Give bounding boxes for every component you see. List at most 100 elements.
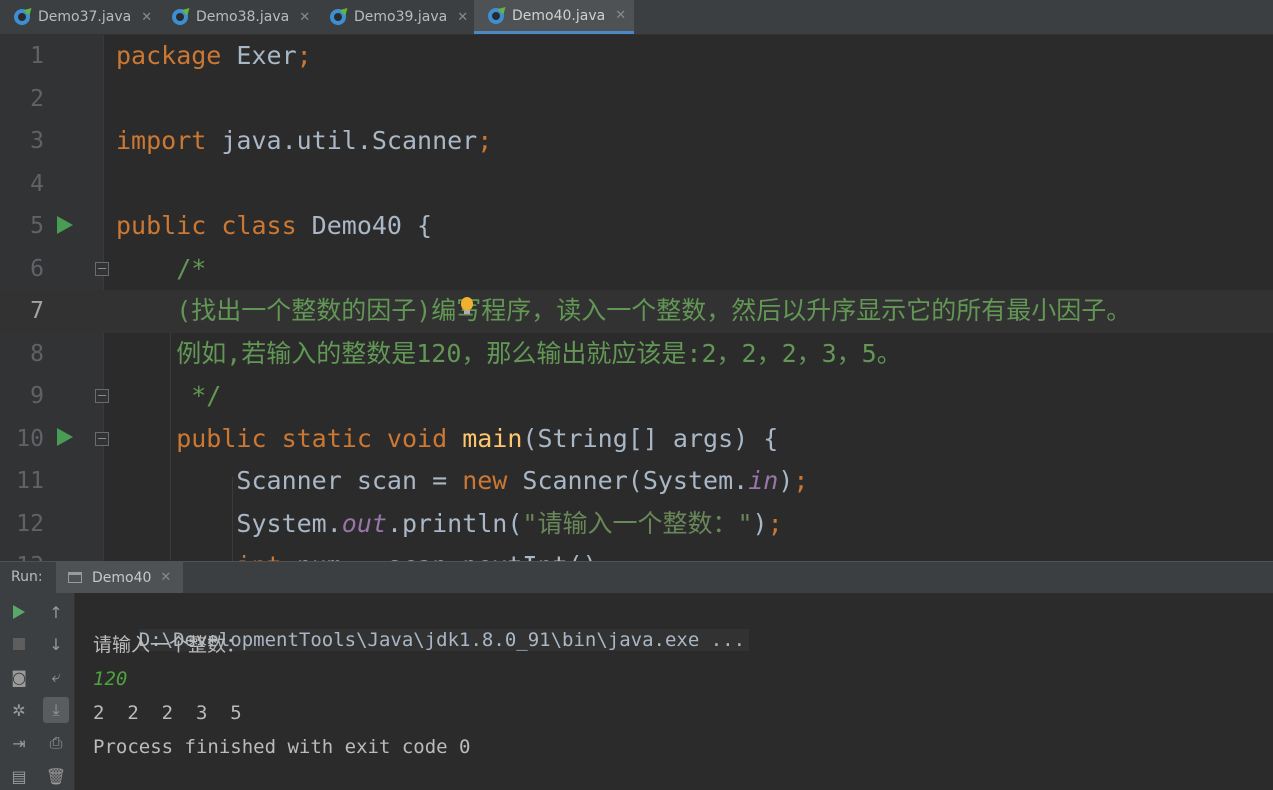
line-number: 8 xyxy=(30,340,44,367)
code-token: num = scan.nextInt() xyxy=(297,551,598,561)
console-output: 2 2 2 3 5 xyxy=(93,702,242,724)
tab-demo40[interactable]: Demo40.java ✕ xyxy=(474,0,634,34)
run-gutter-icon[interactable] xyxy=(57,216,73,234)
code-token: 例如,若输入的整数是120，那么输出就应该是:2，2，2，3，5。 xyxy=(116,338,902,368)
console-user-input: 120 xyxy=(93,668,128,690)
code-token: new xyxy=(462,466,523,495)
fold-icon[interactable] xyxy=(95,432,109,446)
stop-icon[interactable] xyxy=(6,631,32,657)
code-text: import java.util.Scanner; xyxy=(116,120,492,163)
code-token: package xyxy=(116,41,237,70)
code-token: out xyxy=(341,508,387,538)
code-line[interactable]: 2 xyxy=(0,78,1273,121)
line-number: 1 xyxy=(30,43,44,69)
code-token: public static void xyxy=(116,423,463,453)
tab-demo39[interactable]: Demo39.java ✕ xyxy=(316,0,474,34)
settings-icon[interactable]: ✲ xyxy=(6,697,32,723)
close-icon[interactable]: ✕ xyxy=(457,10,468,25)
code-token: main xyxy=(462,423,523,453)
code-text: Scanner scan = new Scanner(System.in); xyxy=(116,460,808,503)
run-console[interactable]: D:\DevelopmentTools\Java\jdk1.8.0_91\bin… xyxy=(75,593,1273,790)
print-icon[interactable]: ⎙ xyxy=(43,730,69,756)
close-icon[interactable]: ✕ xyxy=(615,8,626,23)
line-number: 9 xyxy=(30,383,44,409)
layout-icon[interactable]: ▤ xyxy=(6,763,32,789)
code-line[interactable]: 5 public class Demo40 { xyxy=(0,205,1273,248)
code-token: import xyxy=(116,126,222,155)
run-label: Run: xyxy=(11,569,43,585)
code-token: (找出一个整数的因子)编写程序，读入一个整数，然后以升序显示它的所有最小因子。 xyxy=(116,296,1132,325)
code-text: (找出一个整数的因子)编写程序，读入一个整数，然后以升序显示它的所有最小因子。 xyxy=(116,290,1131,333)
tab-demo38[interactable]: Demo38.java ✕ xyxy=(158,0,316,34)
code-text: int num = scan.nextInt(); xyxy=(116,545,613,561)
close-icon[interactable]: ✕ xyxy=(141,10,152,25)
code-line[interactable]: 1 package Exer; xyxy=(0,35,1273,78)
code-line[interactable]: 7 (找出一个整数的因子)编写程序，读入一个整数，然后以升序显示它的所有最小因子… xyxy=(0,290,1273,333)
code-editor[interactable]: 1 package Exer; 2 3 import java.util.Scanner… xyxy=(0,35,1273,561)
code-line[interactable]: 13 int num = scan.nextInt(); xyxy=(0,545,1273,561)
camera-icon[interactable]: ◙ xyxy=(6,664,32,690)
code-line[interactable]: 6 /* xyxy=(0,248,1273,291)
line-number: 7 xyxy=(30,298,44,324)
code-line[interactable]: 11 Scanner scan = new Scanner(System.in)… xyxy=(0,460,1273,503)
scroll-to-end-icon[interactable]: ⤓ xyxy=(43,697,69,723)
tab-label: Demo37.java xyxy=(38,9,132,25)
code-token: int xyxy=(116,551,297,561)
code-line[interactable]: 3 import java.util.Scanner; xyxy=(0,120,1273,163)
code-token: Scanner(System. xyxy=(522,466,749,495)
line-number: 5 xyxy=(30,213,44,239)
code-token: public class xyxy=(116,211,312,240)
code-token: ; xyxy=(477,126,493,155)
line-number: 12 xyxy=(16,510,44,537)
code-token: ) xyxy=(778,466,794,495)
code-line[interactable]: 10 public static void main(String[] args… xyxy=(0,418,1273,461)
code-line[interactable]: 4 xyxy=(0,163,1273,206)
code-text: System.out.println("请输入一个整数："); xyxy=(116,503,782,546)
run-toolbar-secondary: ↑ ↓ ⤶ ⤓ ⎙ 🗑 xyxy=(38,593,75,790)
java-class-icon xyxy=(172,9,188,25)
up-arrow-icon[interactable]: ↑ xyxy=(43,599,69,625)
console-icon xyxy=(68,572,82,583)
trash-icon[interactable]: 🗑 xyxy=(43,763,69,789)
line-number: 3 xyxy=(30,128,44,154)
code-token: System. xyxy=(116,508,342,538)
tab-label: Demo38.java xyxy=(196,9,290,25)
code-token: */ xyxy=(116,381,222,410)
close-icon[interactable]: ✕ xyxy=(160,570,171,585)
fold-icon[interactable] xyxy=(95,262,109,276)
down-arrow-icon[interactable]: ↓ xyxy=(43,631,69,657)
tab-demo37[interactable]: Demo37.java ✕ xyxy=(0,0,158,34)
code-token: java.util.Scanner xyxy=(221,126,478,155)
code-token: "请输入一个整数：" xyxy=(522,508,753,538)
code-text: package Exer; xyxy=(116,35,312,78)
code-line[interactable]: 12 System.out.println("请输入一个整数："); xyxy=(0,503,1273,546)
code-token: ) xyxy=(752,508,768,538)
code-token: ; xyxy=(793,466,809,495)
tab-label: Demo39.java xyxy=(354,9,448,25)
close-icon[interactable]: ✕ xyxy=(299,10,310,25)
exit-icon[interactable]: ⇥ xyxy=(6,730,32,756)
line-number: 11 xyxy=(16,468,44,494)
fold-icon[interactable] xyxy=(95,389,109,403)
code-token: Exer xyxy=(236,41,297,70)
intention-bulb-icon[interactable] xyxy=(461,297,473,314)
code-text: 例如,若输入的整数是120，那么输出就应该是:2，2，2，3，5。 xyxy=(116,333,902,376)
rerun-icon[interactable] xyxy=(6,599,32,625)
code-text: */ xyxy=(116,375,221,418)
run-panel-header: Run: Demo40 ✕ xyxy=(0,561,1273,593)
code-token: .println( xyxy=(386,508,523,538)
editor-tab-bar: Demo37.java ✕ Demo38.java ✕ Demo39.java … xyxy=(0,0,1273,35)
code-line[interactable]: 8 例如,若输入的整数是120，那么输出就应该是:2，2，2，3，5。 xyxy=(0,333,1273,376)
code-line[interactable]: 9 */ xyxy=(0,375,1273,418)
run-tab-demo40[interactable]: Demo40 ✕ xyxy=(56,562,184,593)
run-gutter-icon[interactable] xyxy=(57,428,73,446)
line-number: 4 xyxy=(30,170,44,197)
tab-label: Demo40.java xyxy=(512,7,606,24)
line-number: 10 xyxy=(16,425,44,452)
soft-wrap-icon[interactable]: ⤶ xyxy=(43,664,69,690)
code-token: ; xyxy=(598,551,613,561)
run-tab-label: Demo40 xyxy=(92,569,152,586)
code-token: in xyxy=(748,466,779,495)
java-class-icon xyxy=(14,9,30,25)
console-exit-message: Process finished with exit code 0 xyxy=(93,736,471,758)
